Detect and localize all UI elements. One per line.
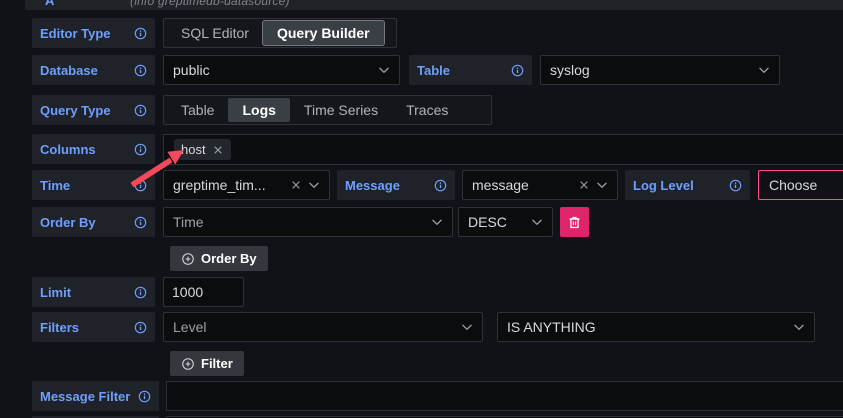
query-type-label: Query Type <box>32 95 155 125</box>
query-type-group: Table Logs Time Series Traces <box>163 95 492 125</box>
log-level-label-text: Log Level <box>633 178 694 193</box>
order-by-direction-value: DESC <box>468 214 507 230</box>
remove-order-by-button[interactable] <box>560 207 589 237</box>
time-label: Time <box>32 170 155 200</box>
filter-column-select[interactable]: Level <box>163 312 483 342</box>
order-by-column-select[interactable]: Time <box>163 207 453 237</box>
database-select[interactable]: public <box>163 55 400 85</box>
message-label-text: Message <box>345 178 400 193</box>
info-icon[interactable] <box>134 143 147 156</box>
query-type-label-text: Query Type <box>40 103 111 118</box>
message-column-select[interactable]: message <box>462 170 618 200</box>
order-by-label: Order By <box>32 207 155 237</box>
clear-icon[interactable] <box>290 179 302 191</box>
message-label: Message <box>337 170 455 200</box>
info-icon[interactable] <box>134 64 147 77</box>
chevron-down-icon <box>757 63 771 77</box>
time-column-select[interactable]: greptime_tim... <box>163 170 330 200</box>
table-label-text: Table <box>417 63 450 78</box>
filters-label-text: Filters <box>40 320 79 335</box>
remove-tag-icon[interactable] <box>212 144 224 156</box>
log-level-select[interactable]: Choose <box>758 170 843 200</box>
database-label: Database <box>32 55 155 85</box>
editor-type-group: SQL Editor Query Builder <box>163 18 397 48</box>
columns-label: Columns <box>32 134 155 164</box>
chevron-down-icon <box>430 215 444 229</box>
message-filter-label-text: Message Filter <box>40 389 130 404</box>
filter-operator-value: IS ANYTHING <box>507 319 596 335</box>
clear-icon[interactable] <box>578 179 590 191</box>
chevron-down-icon <box>595 178 609 192</box>
datasource-note: (info greptimedb-datasource) <box>130 0 290 8</box>
plus-circle-icon <box>181 357 195 371</box>
editor-type-option-query-builder[interactable]: Query Builder <box>263 21 384 45</box>
filter-operator-select[interactable]: IS ANYTHING <box>497 312 815 342</box>
limit-label-text: Limit <box>40 285 71 300</box>
info-icon[interactable] <box>134 286 147 299</box>
filter-column-value: Level <box>173 319 206 335</box>
query-type-option-traces[interactable]: Traces <box>392 98 462 122</box>
chevron-down-icon <box>307 178 321 192</box>
info-icon[interactable] <box>511 64 524 77</box>
info-icon[interactable] <box>729 179 742 192</box>
query-row-header[interactable]: A (info greptimedb-datasource) <box>25 0 843 10</box>
limit-input[interactable] <box>163 277 244 307</box>
column-tag-host: host <box>174 139 231 160</box>
info-icon[interactable] <box>138 390 151 403</box>
info-icon[interactable] <box>434 179 447 192</box>
table-label: Table <box>409 55 532 85</box>
editor-type-label-text: Editor Type <box>40 26 111 41</box>
info-icon[interactable] <box>134 216 147 229</box>
chevron-down-icon <box>460 320 474 334</box>
trash-icon <box>566 214 583 231</box>
chevron-down-icon <box>377 63 391 77</box>
add-filter-button[interactable]: Filter <box>170 351 244 376</box>
info-icon[interactable] <box>134 104 147 117</box>
columns-multiselect[interactable]: host <box>163 134 843 165</box>
plus-circle-icon <box>181 252 195 266</box>
editor-type-option-sql-editor[interactable]: SQL Editor <box>167 21 263 45</box>
table-select[interactable]: syslog <box>540 55 780 85</box>
column-tag-label: host <box>181 142 206 157</box>
message-filter-input[interactable] <box>166 381 843 411</box>
order-by-direction-select[interactable]: DESC <box>458 207 553 237</box>
time-column-value: greptime_tim... <box>173 177 266 193</box>
columns-label-text: Columns <box>40 142 96 157</box>
chevron-down-icon <box>792 320 806 334</box>
limit-label: Limit <box>32 277 155 307</box>
query-type-option-time-series[interactable]: Time Series <box>290 98 392 122</box>
add-order-by-button[interactable]: Order By <box>170 246 268 271</box>
order-by-column-value: Time <box>173 214 204 230</box>
query-type-option-logs[interactable]: Logs <box>228 98 289 122</box>
log-level-label: Log Level <box>625 170 750 200</box>
order-by-label-text: Order By <box>40 215 96 230</box>
time-label-text: Time <box>40 178 70 193</box>
chevron-down-icon <box>530 215 544 229</box>
message-column-value: message <box>472 177 529 193</box>
table-value: syslog <box>550 62 590 78</box>
database-label-text: Database <box>40 63 98 78</box>
add-filter-label: Filter <box>201 356 233 371</box>
query-ref-id: A <box>45 0 54 8</box>
database-value: public <box>173 62 210 78</box>
filters-label: Filters <box>32 312 155 342</box>
editor-type-label: Editor Type <box>32 18 155 48</box>
query-editor-panel: A (info greptimedb-datasource) Editor Ty… <box>0 0 843 418</box>
log-level-placeholder: Choose <box>769 177 817 193</box>
message-filter-label: Message Filter <box>32 381 159 411</box>
info-icon[interactable] <box>134 321 147 334</box>
query-type-option-table[interactable]: Table <box>167 98 228 122</box>
info-icon[interactable] <box>134 179 147 192</box>
add-order-by-label: Order By <box>201 251 257 266</box>
info-icon[interactable] <box>134 27 147 40</box>
